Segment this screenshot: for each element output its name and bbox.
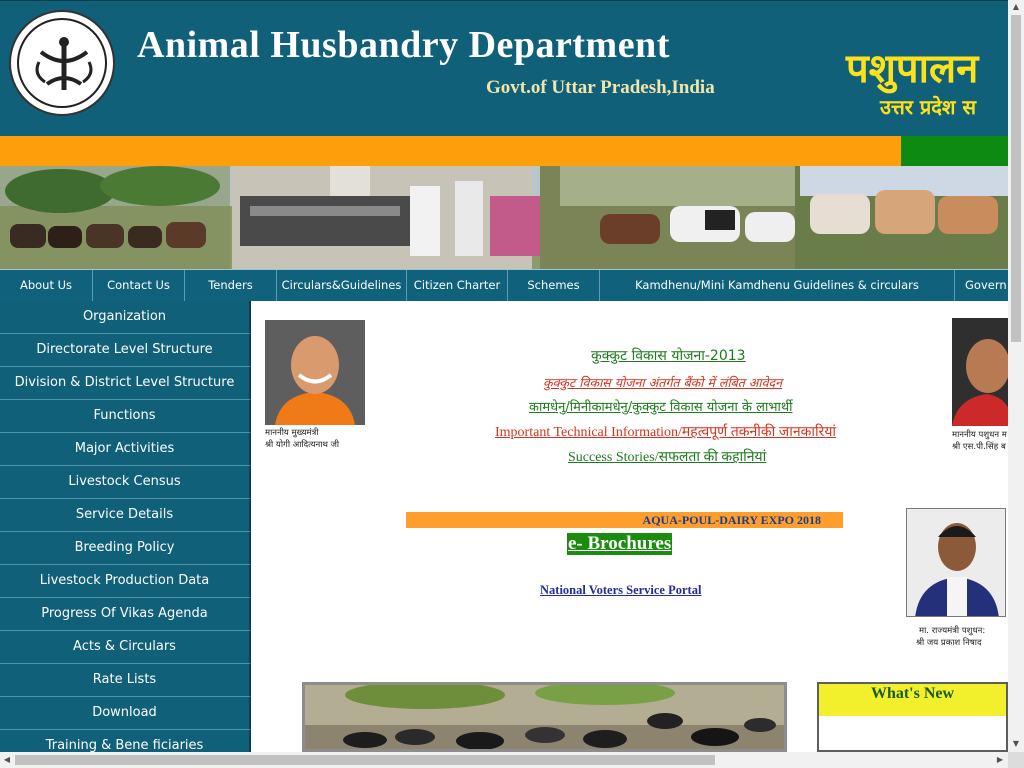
green-stripe xyxy=(901,136,1008,166)
sidebar-item-breeding-policy[interactable]: Breeding Policy xyxy=(0,532,251,565)
hindi-department-subtitle: उत्तर प्रदेश स xyxy=(880,95,977,119)
department-subtitle: Govt.of Uttar Pradesh,India xyxy=(486,77,715,98)
page: Animal Husbandry Department Govt.of Utta… xyxy=(0,0,1008,752)
sidebar-item-directorate-structure[interactable]: Directorate Level Structure xyxy=(0,334,251,367)
nav-about-us[interactable]: About Us xyxy=(0,270,93,301)
scroll-right-arrow-icon[interactable]: ▶ xyxy=(993,753,1007,767)
sidebar-item-vikas-agenda[interactable]: Progress Of Vikas Agenda xyxy=(0,598,251,631)
vertical-scroll-thumb[interactable] xyxy=(1011,15,1021,342)
horizontal-scroll-thumb[interactable] xyxy=(15,755,715,765)
goats-photo xyxy=(302,682,787,752)
whats-new-heading: What's New xyxy=(819,684,1006,716)
nav-government[interactable]: Govern xyxy=(955,270,1008,301)
uttar-pradesh-emblem-icon[interactable] xyxy=(9,10,115,116)
orange-stripe xyxy=(0,136,901,166)
national-voters-portal-link[interactable]: National Voters Service Portal xyxy=(540,583,701,598)
scroll-left-arrow-icon[interactable]: ◀ xyxy=(0,753,14,767)
minister-caption-name: श्री एस.पी.सिंह ब xyxy=(952,442,1006,452)
sidebar-item-livestock-census[interactable]: Livestock Census xyxy=(0,466,251,499)
goats-graphic xyxy=(305,685,784,749)
vertical-scrollbar[interactable]: ▲ ▼ xyxy=(1008,0,1024,752)
nav-circulars-guidelines[interactable]: Circulars&Guidelines xyxy=(277,270,407,301)
state-minister-photo xyxy=(906,508,1006,617)
hindi-department-title: पशुपालन xyxy=(846,46,979,92)
chief-minister-portrait xyxy=(265,320,365,425)
sidebar-item-major-activities[interactable]: Major Activities xyxy=(0,433,251,466)
chief-minister-caption-name: श्री योगी आदित्यनाथ जी xyxy=(265,440,340,450)
nav-contact-us[interactable]: Contact Us xyxy=(93,270,185,301)
e-brochures-link[interactable]: e- Brochures xyxy=(567,533,673,555)
scroll-up-arrow-icon[interactable]: ▲ xyxy=(1009,0,1023,14)
sidebar-item-division-district-structure[interactable]: Division & District Level Structure xyxy=(0,367,251,400)
chief-minister-photo xyxy=(265,320,365,425)
state-minister-caption-name: श्री जय प्रकाश निषाद xyxy=(916,638,982,648)
minister-photo xyxy=(952,318,1008,426)
main-content: माननीय मुख्यमंत्री श्री योगी आदित्यनाथ ज… xyxy=(253,301,1008,752)
expo-banner-text: AQUA-POUL-DAIRY EXPO 2018 xyxy=(642,513,821,527)
link-success-stories[interactable]: Success Stories/सफलता की कहानियां xyxy=(568,447,766,466)
chief-minister-caption-title: माननीय मुख्यमंत्री xyxy=(265,428,319,438)
sidebar-item-training-beneficiaries[interactable]: Training & Bene ficiaries xyxy=(0,730,251,752)
banner-graphic xyxy=(0,166,1008,269)
nav-tenders[interactable]: Tenders xyxy=(185,270,277,301)
link-scheme-beneficiaries[interactable]: कामधेनु/मिनीकामधेनु/कुक्कुट विकास योजना … xyxy=(529,397,793,415)
state-minister-caption-title: मा. राज्यमंत्री पशुधन: xyxy=(919,626,986,636)
sidebar-item-acts-circulars[interactable]: Acts & Circulars xyxy=(0,631,251,664)
sidebar-item-rate-lists[interactable]: Rate Lists xyxy=(0,664,251,697)
minister-caption-title: माननीय पशुधन म xyxy=(952,430,1007,440)
sidebar-menu: Organization Directorate Level Structure… xyxy=(0,301,251,752)
horizontal-scrollbar[interactable]: ◀ ▶ xyxy=(0,752,1008,768)
sidebar-item-service-details[interactable]: Service Details xyxy=(0,499,251,532)
scroll-down-arrow-icon[interactable]: ▼ xyxy=(1009,737,1023,751)
nav-kamdhenu-guidelines[interactable]: Kamdhenu/Mini Kamdhenu Guidelines & circ… xyxy=(600,270,955,301)
emblem-graphic xyxy=(35,37,93,90)
top-navigation: About Us Contact Us Tenders Circulars&Gu… xyxy=(0,269,1008,301)
livestock-banner-image xyxy=(0,166,1008,269)
nav-citizen-charter[interactable]: Citizen Charter xyxy=(407,270,508,301)
whats-new-panel: What's New xyxy=(817,682,1008,752)
sidebar-item-functions[interactable]: Functions xyxy=(0,400,251,433)
department-title: Animal Husbandry Department xyxy=(137,24,670,66)
expo-banner[interactable]: AQUA-POUL-DAIRY EXPO 2018 xyxy=(406,512,843,528)
sidebar-item-download[interactable]: Download xyxy=(0,697,251,730)
nav-schemes[interactable]: Schemes xyxy=(508,270,600,301)
state-minister-portrait xyxy=(907,509,1005,616)
link-kukkut-pending-applications[interactable]: कुक्कुट विकास योजना अंतर्गत बैंको में लं… xyxy=(543,374,782,391)
site-header: Animal Husbandry Department Govt.of Utta… xyxy=(0,0,1008,137)
link-technical-information[interactable]: Important Technical Information/महत्वपूर… xyxy=(495,422,836,441)
sidebar-item-livestock-production-data[interactable]: Livestock Production Data xyxy=(0,565,251,598)
link-kukkut-vikas-yojana[interactable]: कुक्कुट विकास योजना-2013 xyxy=(591,346,746,365)
scrollbar-corner xyxy=(1008,752,1024,768)
minister-portrait xyxy=(952,318,1008,426)
sidebar-item-organization[interactable]: Organization xyxy=(0,301,251,334)
